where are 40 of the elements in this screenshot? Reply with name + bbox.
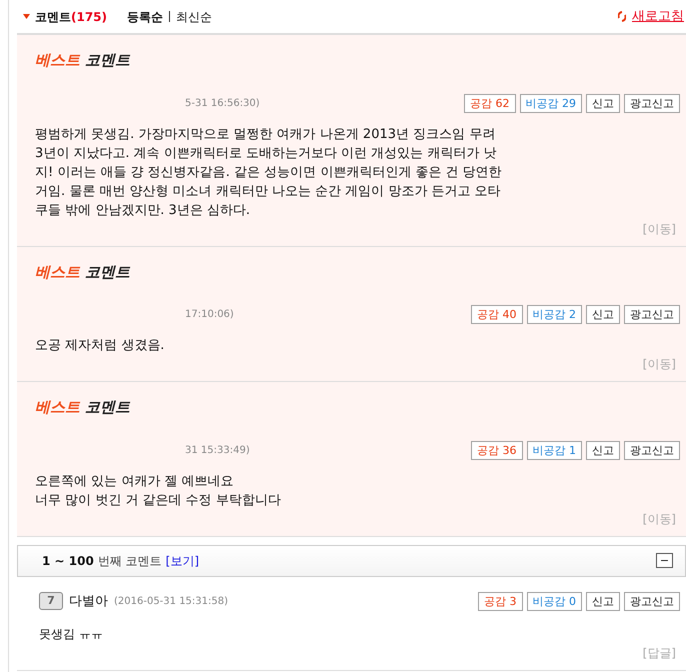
level-badge: 7	[39, 592, 63, 610]
comment-text: 못생김 ㅠㅠ	[39, 626, 104, 643]
comment-time: (2016-05-31 15:31:58)	[114, 594, 228, 609]
ad-report-button[interactable]: 광고신고	[624, 305, 680, 324]
comment-text: 평범하게 못생김. 가장마지막으로 멀쩡한 여캐가 나온게 2013년 징크스임 무려 3년이 지났다고. 계속 이쁜캐릭터로 도배하는거보다 이런 개성있는 캐릭터가 낫지! 이러는 애들 걍 정신병자같음. 같은 성능이면 이쁜캐릭터인게 좋은 건 당연한거임. 물론 매번 양산형 미소녀 캐릭터만 나오는 순간 게임이 망조가 든거고 오타쿠들 밖에 안남겠지만. 3년은 심하다.	[35, 126, 503, 220]
best-comment-title: 베스트 코멘트	[35, 50, 130, 71]
ad-report-button[interactable]: 광고신고	[624, 94, 680, 112]
page-range: 1 ~ 100	[42, 552, 94, 570]
sort-link[interactable]: 등록순	[127, 8, 164, 26]
ad-report-button[interactable]: 광고신고	[624, 440, 680, 460]
comment-count: (175)	[71, 8, 108, 26]
ad-report-button[interactable]: 광고신고	[624, 592, 680, 611]
sort-link[interactable]: 최신순	[176, 8, 212, 26]
comment-time: 5-31 16:56:30)	[185, 96, 260, 110]
dislike-button[interactable]: 비공감 29	[520, 94, 582, 112]
collapse-button[interactable]: −	[656, 553, 673, 568]
refresh-icon	[618, 11, 626, 22]
like-button[interactable]: 공감 3	[478, 592, 522, 611]
report-button[interactable]: 신고	[586, 440, 620, 460]
like-button[interactable]: 공감 40	[471, 305, 522, 324]
dislike-button[interactable]: 비공감 1	[526, 440, 582, 460]
comment-time: 17:10:06)	[185, 308, 234, 322]
report-button[interactable]: 신고	[586, 305, 620, 324]
section-title: 코멘트	[35, 8, 71, 26]
page-label: 번째 코멘트	[98, 552, 162, 570]
comment-time: 31 15:33:49)	[185, 444, 250, 458]
like-button[interactable]: 공감 62	[464, 94, 516, 112]
best-comment-title: 베스트 코멘트	[35, 397, 130, 418]
view-link[interactable]: [보기]	[166, 552, 200, 570]
refresh-link[interactable]: 새로고침	[632, 6, 684, 26]
like-button[interactable]: 공감 36	[471, 440, 522, 460]
comment-author: 다별아	[69, 592, 108, 610]
report-button[interactable]: 신고	[586, 592, 620, 611]
report-button[interactable]: 신고	[586, 94, 620, 112]
dislike-button[interactable]: 비공감 2	[526, 305, 582, 324]
best-comment-title: 베스트 코멘트	[35, 262, 130, 282]
comment-text: 오른쪽에 있는 여캐가 젤 예쁘네요 너무 많이 벗긴 거 같은데 수정 부탁합니다	[35, 472, 282, 510]
dislike-button[interactable]: 비공감 0	[526, 592, 582, 611]
comment-text: 오공 제자처럼 생겼음.	[35, 337, 166, 355]
caret-icon	[23, 14, 30, 19]
